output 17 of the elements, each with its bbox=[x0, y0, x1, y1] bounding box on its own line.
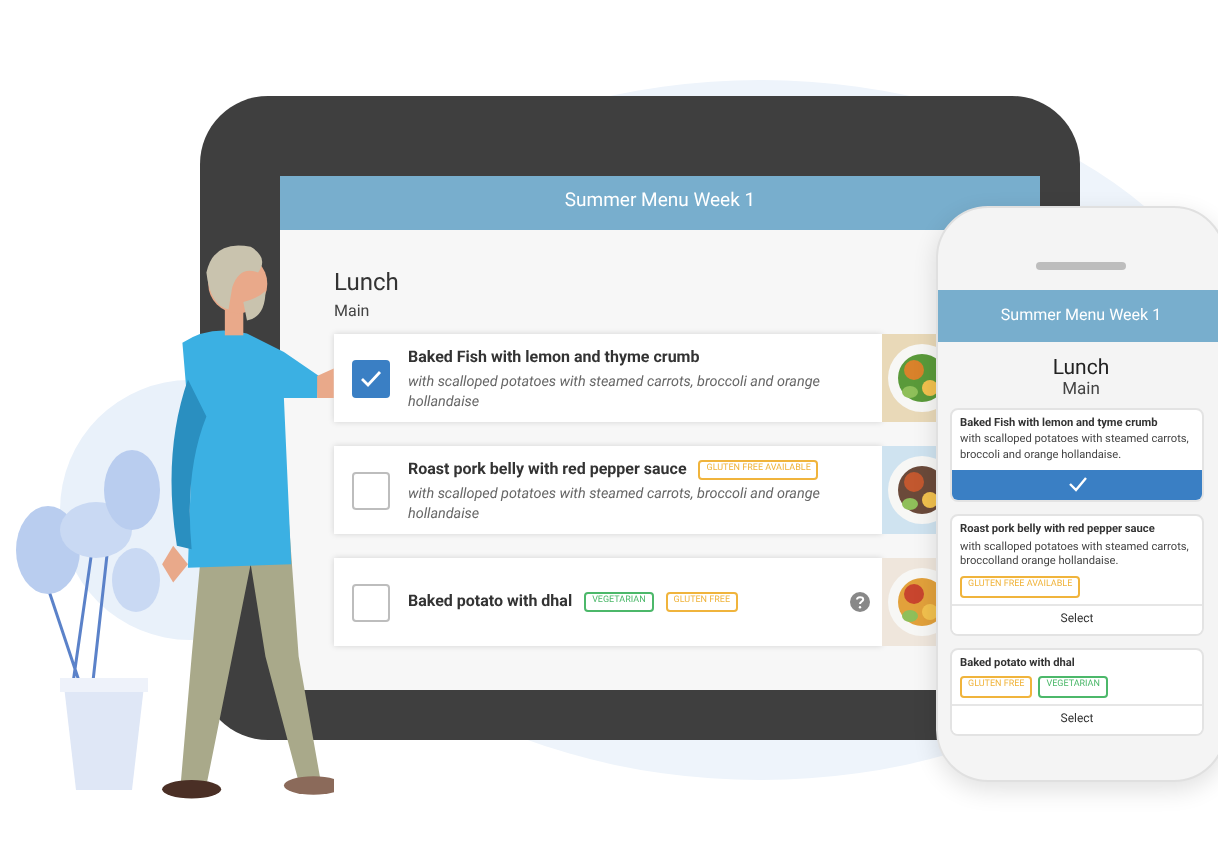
checkbox[interactable] bbox=[352, 359, 390, 397]
course-heading: Main bbox=[334, 304, 370, 320]
menu-title: Summer Menu Week 1 bbox=[1000, 304, 1162, 328]
dish-name: Baked potato with dhal bbox=[408, 590, 573, 614]
meal-heading: Lunch bbox=[1052, 354, 1110, 381]
course-heading: Main bbox=[1062, 380, 1100, 402]
checkbox[interactable] bbox=[352, 583, 390, 621]
speaker-slot bbox=[1036, 262, 1126, 270]
meal-heading: Lunch bbox=[334, 270, 399, 294]
help-icon[interactable] bbox=[850, 592, 870, 612]
check-icon bbox=[360, 369, 382, 387]
selected-button[interactable] bbox=[952, 469, 1202, 500]
checkbox[interactable] bbox=[352, 471, 390, 509]
dish-name: Roast pork belly with red pepper sauce bbox=[408, 458, 687, 483]
check-icon bbox=[1067, 476, 1087, 493]
dish-name: Baked Fish with lemon and thyme crumb bbox=[408, 346, 700, 371]
menu-title: Summer Menu Week 1 bbox=[564, 188, 756, 217]
